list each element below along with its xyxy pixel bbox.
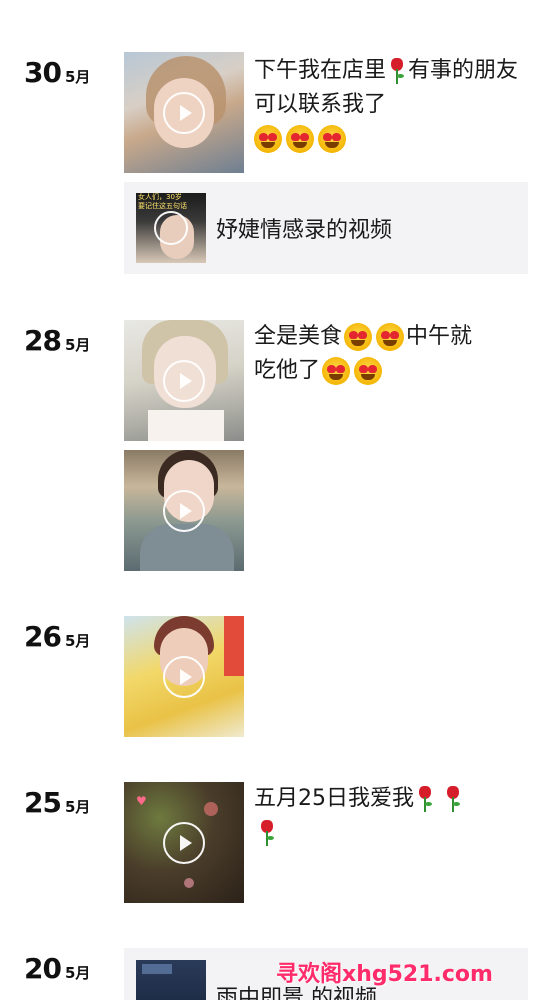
heart-eyes-emoji-icon [354, 357, 383, 385]
thumbnail-overlay-text: 女人们，30岁 要记住这五句话 [138, 193, 187, 210]
watermark: 寻欢阁xhg521.com [276, 962, 493, 987]
date-month: 5月 [64, 68, 91, 86]
rose-icon [388, 57, 406, 85]
caption-text: 吃他了 [254, 358, 321, 383]
video-thumbnail[interactable] [124, 616, 244, 737]
rose-icon [258, 819, 276, 847]
date-day: 25 [24, 786, 62, 819]
date-day: 26 [24, 620, 62, 653]
play-icon [163, 821, 205, 864]
date-month: 5月 [64, 632, 91, 650]
caption-text: 中午就 [406, 324, 473, 349]
shared-video-card[interactable]: 女人们，30岁 要记住这五句话 妤婕情感录的视频 [124, 182, 528, 274]
rose-icon [416, 785, 434, 813]
date-month: 5月 [64, 336, 91, 354]
heart-eyes-emoji-icon [376, 323, 405, 351]
post-caption: 下午我在店里 有事的朋友可以联系我了 [254, 54, 524, 156]
post-date: 30 5月 [24, 56, 90, 89]
video-thumbnail[interactable] [124, 52, 244, 173]
play-icon [163, 359, 205, 402]
play-icon [163, 655, 205, 698]
play-icon [163, 91, 205, 134]
post-date: 26 5月 [24, 620, 90, 653]
heart-eyes-emoji-icon [254, 125, 282, 153]
post-caption: 五月25日我爱我 [254, 782, 524, 850]
caption-text: 全是美食 [254, 324, 343, 349]
shared-video-title: 妤婕情感录的视频 [216, 218, 393, 243]
play-icon [154, 211, 188, 245]
date-month: 5月 [64, 964, 91, 982]
video-thumbnail[interactable] [124, 450, 244, 571]
post-date: 20 5月 [24, 952, 90, 985]
date-day: 30 [24, 56, 62, 89]
date-day: 20 [24, 952, 62, 985]
caption-text: 下午我在店里 [254, 58, 387, 83]
post-date: 25 5月 [24, 786, 90, 819]
caption-text: 五月25日我爱我 [254, 786, 414, 811]
heart-eyes-emoji-icon [318, 125, 346, 153]
play-icon [163, 489, 205, 532]
heart-eyes-emoji-icon [286, 125, 314, 153]
video-thumbnail[interactable]: ♥ [124, 782, 244, 903]
shared-video-thumbnail [136, 960, 206, 1000]
date-month: 5月 [64, 798, 91, 816]
heart-eyes-emoji-icon [322, 357, 351, 385]
date-day: 28 [24, 324, 62, 357]
video-thumbnail[interactable] [124, 320, 244, 441]
shared-video-thumbnail: 女人们，30岁 要记住这五句话 [136, 193, 206, 263]
rose-icon [444, 785, 462, 813]
emoji-group [254, 125, 346, 153]
post-caption: 全是美食 中午就 吃他了 [254, 320, 524, 388]
post-date: 28 5月 [24, 324, 90, 357]
heart-eyes-emoji-icon [344, 323, 373, 351]
